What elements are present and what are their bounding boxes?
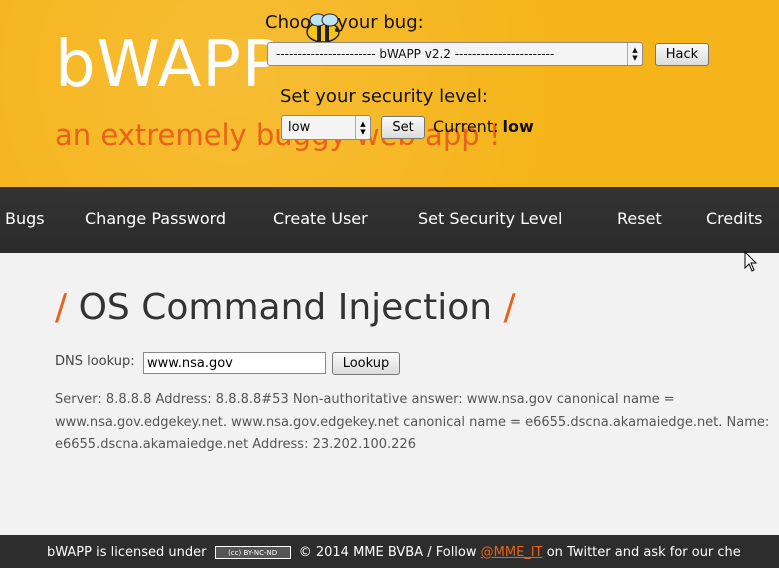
menu-item-bugs[interactable]: Bugs: [5, 209, 45, 228]
current-level: Current: low: [433, 117, 534, 136]
menu-item-reset[interactable]: Reset: [617, 209, 662, 228]
menu-item-set-security-level[interactable]: Set Security Level: [418, 209, 562, 228]
dns-output: Server: 8.8.8.8 Address: 8.8.8.8#53 Non-…: [55, 389, 779, 457]
set-button[interactable]: Set: [381, 116, 425, 139]
footer-line: bWAPP is licensed under (cc) BY-NC-ND © …: [47, 545, 741, 560]
bug-select[interactable]: ----------------------- bWAPP v2.2 -----…: [267, 42, 643, 66]
twitter-link[interactable]: @MME_IT: [481, 545, 543, 560]
page-title-text: OS Command Injection: [78, 287, 493, 328]
main-menu: Bugs Change Password Create User Set Sec…: [0, 187, 779, 253]
security-select-value: low: [288, 120, 311, 135]
footer-text: bWAPP is licensed under: [47, 545, 207, 560]
security-level-label: Set your security level:: [280, 86, 488, 107]
main-content: / OS Command Injection / DNS lookup: Loo…: [0, 253, 779, 535]
current-level-value: low: [502, 117, 534, 136]
output-line: e6655.dscna.akamaiedge.net Address: 23.2…: [55, 437, 416, 452]
menu-item-credits[interactable]: Credits: [706, 209, 762, 228]
dns-lookup-input[interactable]: [143, 352, 326, 374]
mouse-cursor-icon: [744, 251, 758, 272]
bee-icon: [306, 13, 340, 43]
select-arrows-icon: ▲ ▼: [355, 116, 370, 139]
logo: bWAPP: [55, 28, 282, 102]
cc-license-badge[interactable]: (cc) BY-NC-ND: [214, 546, 291, 559]
menu-item-change-password[interactable]: Change Password: [85, 209, 226, 228]
select-arrows-icon: ▲ ▼: [627, 43, 642, 65]
footer-text: on Twitter and ask for our che: [546, 545, 741, 560]
hack-button[interactable]: Hack: [655, 43, 709, 66]
footer-text: © 2014 MME BVBA / Follow: [298, 545, 477, 560]
title-slash: /: [503, 287, 516, 328]
footer: bWAPP is licensed under (cc) BY-NC-ND © …: [0, 535, 779, 568]
menu-item-create-user[interactable]: Create User: [273, 209, 368, 228]
lookup-button[interactable]: Lookup: [332, 352, 400, 375]
dns-lookup-label: DNS lookup:: [55, 354, 135, 369]
bug-select-value: ----------------------- bWAPP v2.2 -----…: [276, 47, 555, 61]
page-title: / OS Command Injection /: [55, 287, 516, 328]
output-line: Server: 8.8.8.8 Address: 8.8.8.8#53 Non-…: [55, 392, 675, 407]
output-line: www.nsa.gov.edgekey.net. www.nsa.gov.edg…: [55, 414, 770, 430]
current-level-label: Current:: [433, 117, 499, 136]
header: bWAPP an extremely buggy web app ! Choos…: [0, 0, 779, 187]
title-slash: /: [55, 287, 68, 328]
security-level-select[interactable]: low ▲ ▼: [281, 115, 371, 140]
